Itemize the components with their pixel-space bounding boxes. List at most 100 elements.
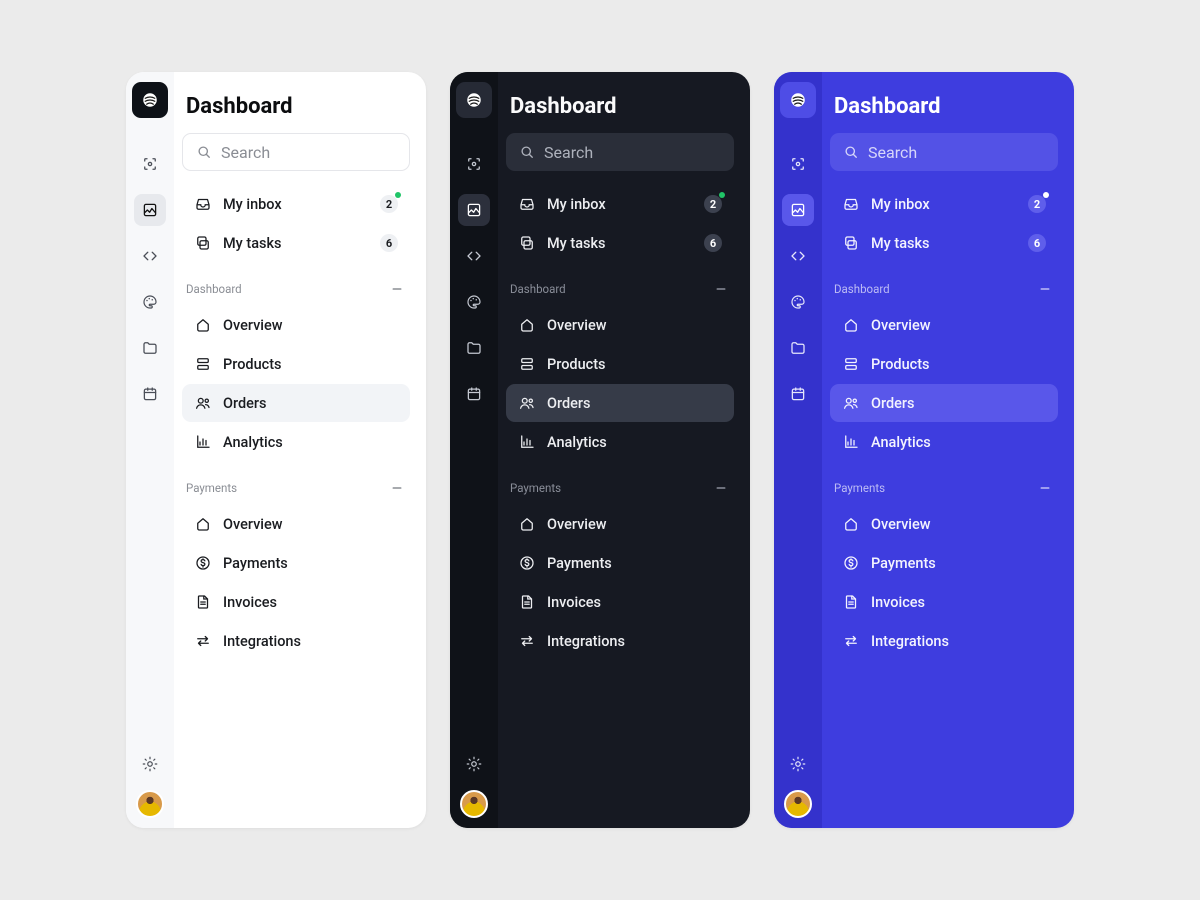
nav-products[interactable]: Products	[182, 345, 410, 383]
folder-icon	[789, 339, 807, 357]
nav-integrations[interactable]: Integrations	[830, 622, 1058, 660]
rail-folder[interactable]	[458, 332, 490, 364]
stack-icon	[842, 355, 860, 373]
nav-orders[interactable]: Orders	[182, 384, 410, 422]
sidebar-dark: Dashboard Search My inbox 2 My tasks 6 D…	[450, 72, 750, 828]
rail-palette[interactable]	[458, 286, 490, 318]
nav-analytics[interactable]: Analytics	[506, 423, 734, 461]
tasks-icon	[842, 234, 860, 252]
rail-calendar[interactable]	[782, 378, 814, 410]
stack-icon	[518, 355, 536, 373]
section-header[interactable]: Dashboard	[834, 280, 1054, 298]
rail-palette[interactable]	[134, 286, 166, 318]
gear-icon	[141, 755, 159, 773]
users-icon	[194, 394, 212, 412]
nav-integrations[interactable]: Integrations	[182, 622, 410, 660]
nav-overview[interactable]: Overview	[182, 505, 410, 543]
calendar-icon	[141, 385, 159, 403]
nav-overview[interactable]: Overview	[830, 505, 1058, 543]
nav-label: Orders	[547, 395, 591, 412]
app-logo[interactable]	[780, 82, 816, 118]
rail-image[interactable]	[782, 194, 814, 226]
section-header[interactable]: Dashboard	[186, 280, 406, 298]
rail-image[interactable]	[134, 194, 166, 226]
rail-folder[interactable]	[134, 332, 166, 364]
rail-code[interactable]	[134, 240, 166, 272]
gear-icon	[465, 755, 483, 773]
nav-analytics[interactable]: Analytics	[182, 423, 410, 461]
calendar-icon	[465, 385, 483, 403]
nav-analytics[interactable]: Analytics	[830, 423, 1058, 461]
chart-icon	[842, 433, 860, 451]
rail-settings[interactable]	[134, 748, 166, 780]
nav-invoices[interactable]: Invoices	[182, 583, 410, 621]
rail-palette[interactable]	[782, 286, 814, 318]
nav-orders[interactable]: Orders	[830, 384, 1058, 422]
nav-overview[interactable]: Overview	[506, 306, 734, 344]
scan-icon	[789, 155, 807, 173]
rail-code[interactable]	[782, 240, 814, 272]
scan-icon	[141, 155, 159, 173]
avatar[interactable]	[136, 790, 164, 818]
nav-invoices[interactable]: Invoices	[506, 583, 734, 621]
nav-label: Invoices	[223, 594, 277, 611]
logo-icon	[789, 91, 807, 109]
nav-label: Overview	[871, 516, 931, 533]
rail-settings[interactable]	[458, 748, 490, 780]
personal-my inbox[interactable]: My inbox 2	[830, 185, 1058, 223]
nav-label: Integrations	[223, 633, 301, 650]
rail-scan[interactable]	[134, 148, 166, 180]
nav-overview[interactable]: Overview	[830, 306, 1058, 344]
palette-icon	[141, 293, 159, 311]
search-input[interactable]: Search	[830, 133, 1058, 171]
nav-products[interactable]: Products	[830, 345, 1058, 383]
search-input[interactable]: Search	[506, 133, 734, 171]
personal-my tasks[interactable]: My tasks 6	[182, 224, 410, 262]
search-icon	[842, 143, 860, 161]
tasks-icon	[194, 234, 212, 252]
dollar-icon	[518, 554, 536, 572]
rail-code[interactable]	[458, 240, 490, 272]
section-header[interactable]: Payments	[510, 479, 730, 497]
rail-folder[interactable]	[782, 332, 814, 364]
rail-calendar[interactable]	[458, 378, 490, 410]
nav-overview[interactable]: Overview	[182, 306, 410, 344]
nav-integrations[interactable]: Integrations	[506, 622, 734, 660]
stack-icon	[194, 355, 212, 373]
avatar[interactable]	[460, 790, 488, 818]
app-logo[interactable]	[132, 82, 168, 118]
minus-icon	[712, 479, 730, 497]
swap-icon	[842, 632, 860, 650]
inbox-icon	[518, 195, 536, 213]
section-header[interactable]: Dashboard	[510, 280, 730, 298]
logo-icon	[465, 91, 483, 109]
section-header[interactable]: Payments	[834, 479, 1054, 497]
count-badge: 6	[1028, 234, 1046, 252]
nav-invoices[interactable]: Invoices	[830, 583, 1058, 621]
palette-icon	[789, 293, 807, 311]
rail-settings[interactable]	[782, 748, 814, 780]
nav-orders[interactable]: Orders	[506, 384, 734, 422]
rail-calendar[interactable]	[134, 378, 166, 410]
nav-label: Payments	[223, 555, 288, 572]
avatar[interactable]	[784, 790, 812, 818]
search-input[interactable]: Search	[182, 133, 410, 171]
users-icon	[842, 394, 860, 412]
personal-my inbox[interactable]: My inbox 2	[506, 185, 734, 223]
nav-label: My inbox	[223, 196, 282, 213]
personal-my tasks[interactable]: My tasks 6	[506, 224, 734, 262]
nav-label: Integrations	[547, 633, 625, 650]
rail-image[interactable]	[458, 194, 490, 226]
nav-label: My tasks	[223, 235, 282, 252]
nav-products[interactable]: Products	[506, 345, 734, 383]
nav-overview[interactable]: Overview	[506, 505, 734, 543]
nav-payments[interactable]: Payments	[830, 544, 1058, 582]
section-header[interactable]: Payments	[186, 479, 406, 497]
rail-scan[interactable]	[782, 148, 814, 180]
rail-scan[interactable]	[458, 148, 490, 180]
nav-payments[interactable]: Payments	[182, 544, 410, 582]
app-logo[interactable]	[456, 82, 492, 118]
personal-my inbox[interactable]: My inbox 2	[182, 185, 410, 223]
personal-my tasks[interactable]: My tasks 6	[830, 224, 1058, 262]
nav-payments[interactable]: Payments	[506, 544, 734, 582]
